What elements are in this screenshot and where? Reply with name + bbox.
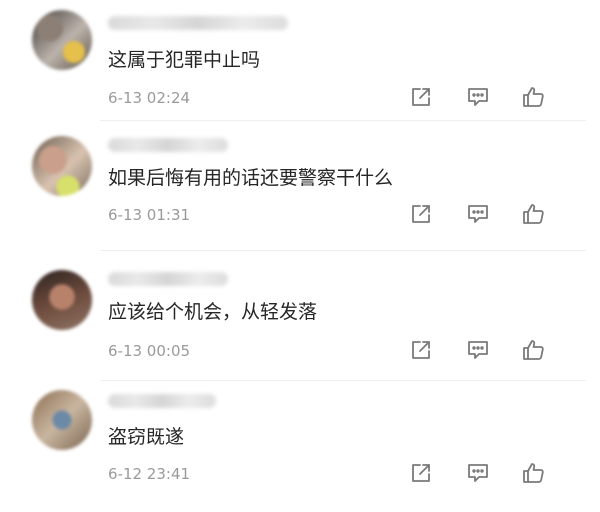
username-blurred[interactable] [108,272,228,286]
username-blurred[interactable] [108,16,288,30]
comment-actions [0,84,600,112]
comment-actions [0,337,600,365]
comment-text: 这属于犯罪中止吗 [108,49,261,71]
like-icon[interactable] [520,460,546,486]
divider [100,120,586,121]
comment-actions [0,460,600,488]
reply-icon[interactable] [465,84,491,110]
username-blurred[interactable] [108,394,216,408]
reply-icon[interactable] [465,337,491,363]
divider [100,250,586,251]
avatar[interactable] [32,136,92,196]
share-icon[interactable] [408,337,434,363]
username-blurred[interactable] [108,138,228,152]
avatar[interactable] [32,390,92,450]
avatar[interactable] [32,10,92,70]
comment-actions [0,201,600,229]
divider [100,380,586,381]
reply-icon[interactable] [465,201,491,227]
reply-icon[interactable] [465,460,491,486]
avatar[interactable] [32,270,92,330]
like-icon[interactable] [520,201,546,227]
share-icon[interactable] [408,84,434,110]
share-icon[interactable] [408,201,434,227]
like-icon[interactable] [520,84,546,110]
share-icon[interactable] [408,460,434,486]
comment-list: 这属于犯罪中止吗 6-13 02:24 如果后悔有用的话还要警察干什么 6-13… [0,0,600,512]
comment-text: 如果后悔有用的话还要警察干什么 [108,167,394,189]
comment-text: 盗窃既遂 [108,426,185,448]
like-icon[interactable] [520,337,546,363]
comment-text: 应该给个机会，从轻发落 [108,301,318,323]
